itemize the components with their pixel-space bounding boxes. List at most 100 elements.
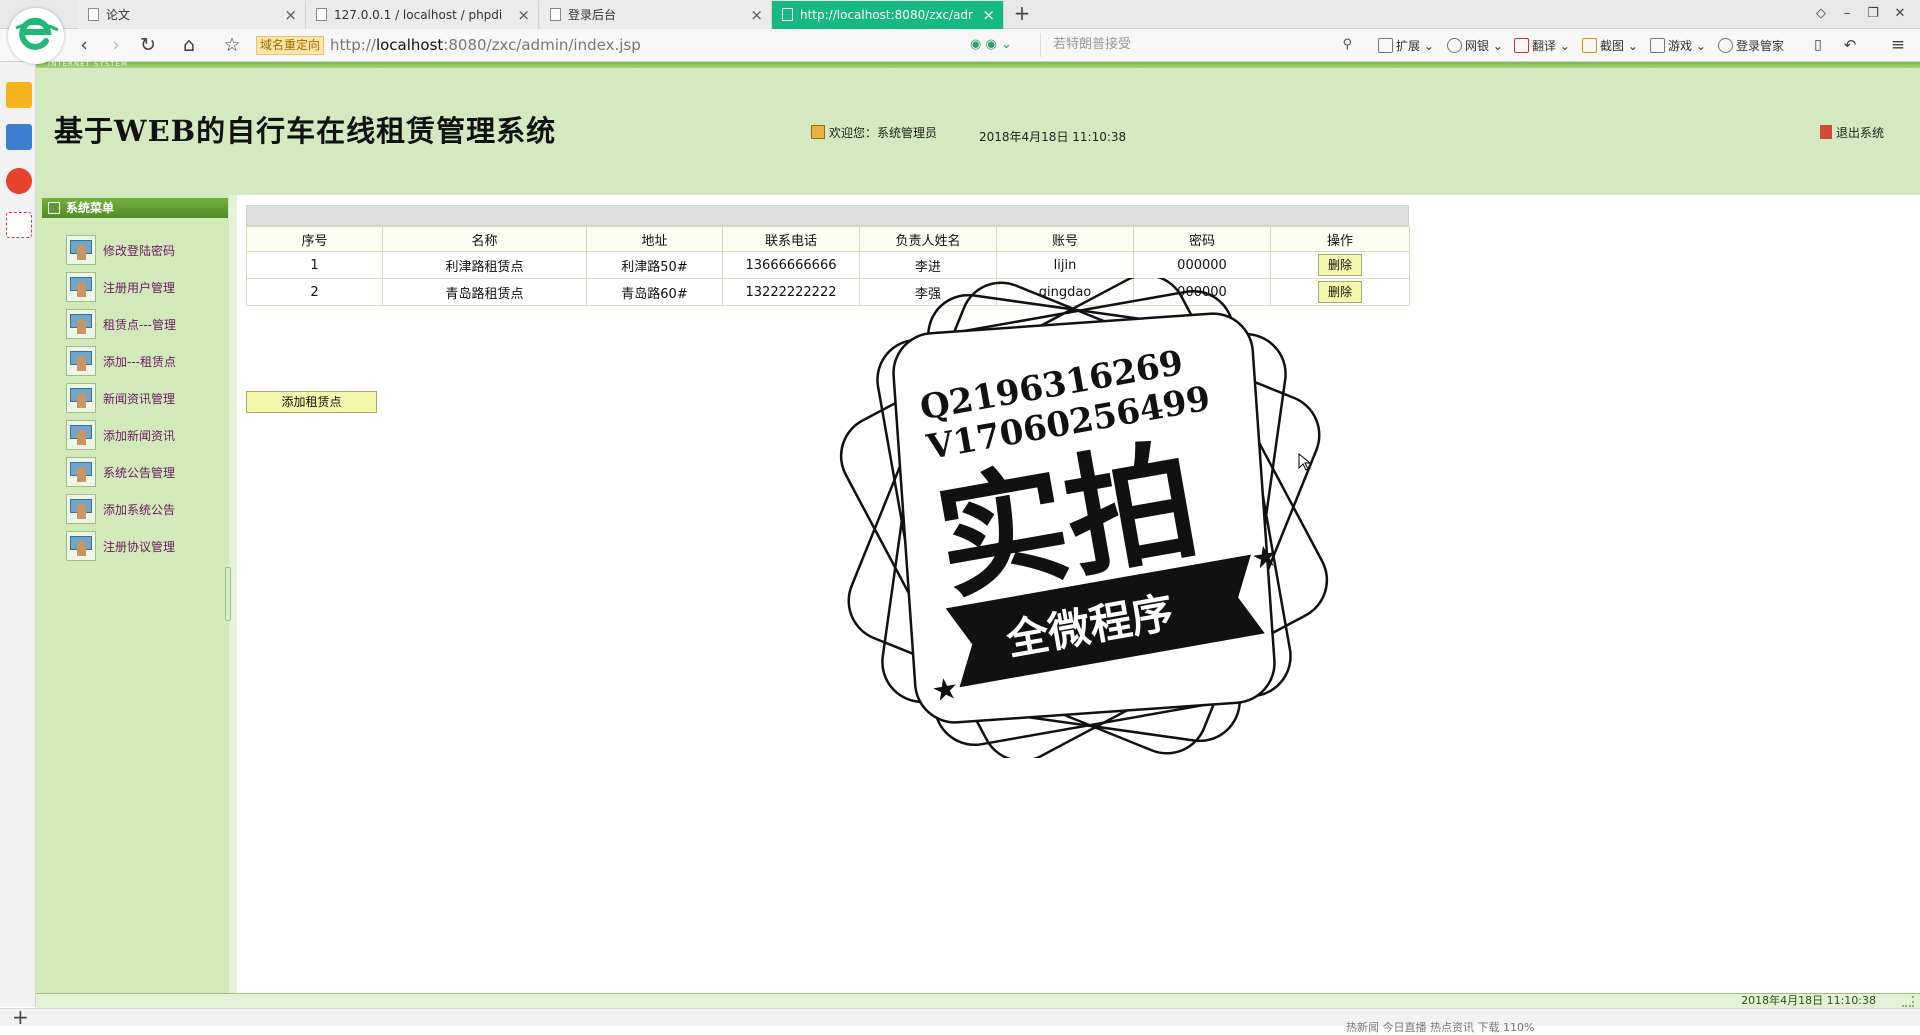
login-manager-tool[interactable]: 登录管家 — [1718, 35, 1784, 57]
close-window-icon[interactable]: ✕ — [1889, 4, 1911, 24]
extensions-tool[interactable]: 扩展 ⌄ — [1378, 35, 1434, 57]
menu-item-rental-points[interactable]: 租赁点---管理 — [66, 309, 226, 339]
redirect-badge[interactable]: 域名重定向 — [256, 36, 325, 55]
menu-title: 系统菜单 — [66, 201, 115, 215]
admin-user-icon — [66, 346, 96, 376]
menu-item-add-announcement[interactable]: 添加系统公告 — [66, 494, 226, 524]
menu-item-user-management[interactable]: 注册用户管理 — [66, 272, 226, 302]
col-header: 负责人姓名 — [859, 226, 997, 252]
admin-user-icon — [66, 272, 96, 302]
reader-icon[interactable] — [6, 124, 32, 150]
collapse-handle[interactable] — [225, 567, 231, 621]
page-icon — [550, 8, 561, 21]
menu-item-add-news[interactable]: 添加新闻资讯 — [66, 420, 226, 450]
bookmark-star-icon[interactable]: ☆ — [220, 34, 244, 58]
menu-item-news-management[interactable]: 新闻资讯管理 — [66, 383, 226, 413]
home-icon[interactable]: ⌂ — [177, 34, 201, 58]
search-placeholder: 若特朗普接受 — [1053, 37, 1132, 52]
reading-mode-icon[interactable]: ▯ — [1806, 34, 1830, 58]
pma-icon — [316, 8, 327, 21]
admin-user-icon — [66, 494, 96, 524]
weibo-icon[interactable] — [6, 168, 32, 194]
search-input[interactable]: 若特朗普接受 ⚲ — [1040, 33, 1360, 57]
translate-icon — [1514, 38, 1529, 53]
games-label: 游戏 — [1668, 39, 1693, 53]
extensions-icon — [1378, 38, 1393, 53]
delete-button[interactable]: 删除 — [1318, 254, 1362, 276]
reload-icon[interactable]: ↻ — [136, 34, 160, 58]
tab-phpmyadmin[interactable]: 127.0.0.1 / localhost / phpdi × — [306, 1, 539, 29]
browser-logo-icon[interactable] — [8, 8, 64, 64]
back-icon[interactable]: ‹ — [72, 34, 96, 58]
bank-tool[interactable]: 网银 ⌄ — [1447, 35, 1503, 57]
menu-item-announcements[interactable]: 系统公告管理 — [66, 457, 226, 487]
menu-item-change-password[interactable]: 修改登陆密码 — [66, 235, 226, 265]
forward-icon[interactable]: › — [104, 34, 128, 58]
translate-tool[interactable]: 翻译 ⌄ — [1514, 35, 1570, 57]
mail-at-icon[interactable] — [6, 212, 32, 238]
menu-item-add-rental-point[interactable]: 添加---租赁点 — [66, 346, 226, 376]
browser-side-strip — [0, 62, 36, 1007]
cell-name: 青岛路租赁点 — [382, 278, 587, 306]
cell-address: 利津路50# — [586, 251, 723, 279]
col-header: 操作 — [1270, 226, 1410, 252]
skin-icon[interactable]: ◇ — [1810, 4, 1832, 24]
cell-phone: 13666666666 — [722, 251, 860, 279]
tab-label: 论文 — [106, 8, 131, 22]
search-icon[interactable]: ⚲ — [1342, 33, 1352, 57]
cell-manager: 李进 — [859, 251, 997, 279]
col-header: 地址 — [586, 226, 723, 252]
close-icon[interactable]: × — [982, 1, 995, 29]
key-icon — [1718, 38, 1733, 53]
resize-grip-icon[interactable] — [1902, 996, 1914, 1007]
url-rest: :8080/zxc/admin/index.jsp — [443, 36, 641, 54]
admin-user-icon — [66, 235, 96, 265]
security-icons[interactable]: ◉ ◉ ⌄ — [970, 37, 1012, 52]
menu-icon[interactable]: ≡ — [1886, 34, 1910, 58]
favorites-star-icon[interactable] — [6, 82, 32, 108]
undo-icon[interactable]: ↶ — [1838, 34, 1862, 58]
close-icon[interactable]: × — [284, 1, 297, 29]
app-footer: 2018年4月18日 11:10:38 — [36, 993, 1920, 1008]
browser-tab-bar: 论文 × 127.0.0.1 / localhost / phpdi × 登录后… — [0, 0, 1920, 29]
new-tab-button[interactable]: + — [1010, 0, 1034, 28]
header-datetime: 2018年4月18日 11:10:38 — [979, 130, 1127, 144]
tab-label: 127.0.0.1 / localhost / phpdi — [334, 8, 503, 22]
games-tool[interactable]: 游戏 ⌄ — [1650, 35, 1706, 57]
login-manager-label: 登录管家 — [1736, 39, 1785, 53]
games-icon — [1650, 38, 1665, 53]
tab-active-admin[interactable]: http://localhost:8080/zxc/adr × — [772, 1, 1004, 29]
status-items[interactable]: 热新闻 今日直播 热点资讯 下载 110% — [1346, 1019, 1534, 1035]
menu-item-label: 修改登陆密码 — [103, 244, 176, 258]
admin-user-icon — [66, 383, 96, 413]
page-title: 基于WEB的自行车在线租赁管理系统 — [54, 114, 557, 148]
welcome-text: 欢迎您：系统管理员 — [811, 124, 937, 141]
url-field[interactable]: http://localhost:8080/zxc/admin/index.js… — [330, 33, 641, 57]
extensions-label: 扩展 — [1396, 39, 1421, 53]
logout-icon — [1820, 125, 1832, 139]
tab-label: 登录后台 — [568, 8, 617, 22]
tab-label: http://localhost:8080/zxc/adr — [800, 8, 973, 22]
close-icon[interactable]: × — [750, 1, 763, 29]
browser-status-bar: + 热新闻 今日直播 热点资讯 下载 110% — [0, 1005, 1920, 1034]
cell-account: lijin — [996, 251, 1134, 279]
add-panel-icon[interactable]: + — [12, 1005, 29, 1029]
user-icon — [811, 125, 825, 139]
cell-no: 1 — [246, 251, 383, 279]
tab-lunwen[interactable]: 论文 × — [78, 1, 306, 29]
minimize-icon[interactable]: – — [1836, 4, 1858, 24]
cell-action: 删除 — [1270, 251, 1410, 279]
add-rental-point-button[interactable]: 添加租赁点 — [246, 391, 377, 413]
header-stripe — [36, 62, 1920, 68]
admin-user-icon — [66, 309, 96, 339]
logout-link[interactable]: 退出系统 — [1820, 124, 1884, 141]
restore-icon[interactable]: ❐ — [1862, 4, 1884, 24]
close-icon[interactable]: × — [517, 1, 530, 29]
menu-item-label: 注册协议管理 — [103, 540, 176, 554]
screenshot-label: 截图 — [1600, 39, 1625, 53]
tab-login-backend[interactable]: 登录后台 × — [540, 1, 772, 29]
admin-user-icon — [66, 420, 96, 450]
menu-item-label: 租赁点---管理 — [103, 318, 176, 332]
screenshot-tool[interactable]: 截图 ⌄ — [1582, 35, 1638, 57]
menu-item-agreement[interactable]: 注册协议管理 — [66, 531, 226, 561]
